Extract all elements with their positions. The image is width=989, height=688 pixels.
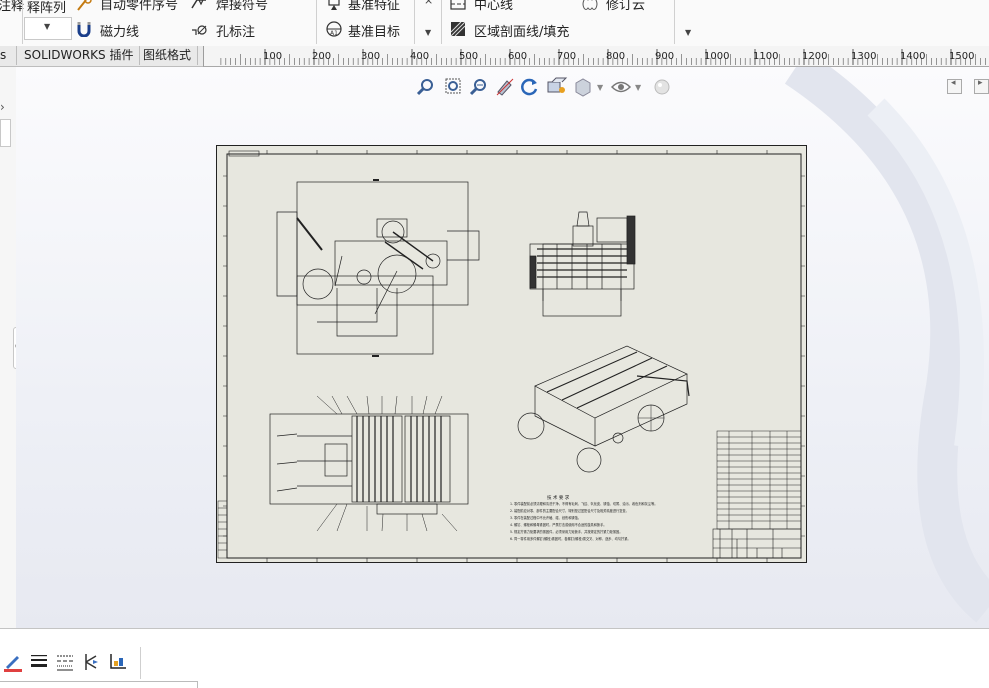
tab-partial[interactable]: s xyxy=(0,46,17,65)
line-format-toolbar-area xyxy=(0,628,989,688)
tech-req-line: 2. 装配前应对零、部件的主要配合尺寸，特别是过盈配合尺寸及相关精度进行复查。 xyxy=(510,508,629,513)
ribbon-separator xyxy=(316,0,317,44)
pattern-button[interactable]: 释阵列 ▼ xyxy=(24,0,72,41)
tech-req-line: 5. 规定拧紧力矩要求的紧固件，必须采用力矩扳手，并按规定的拧紧力矩紧固。 xyxy=(510,529,622,534)
annotation-label-partial[interactable]: 注释 xyxy=(0,0,24,14)
tech-req-line: 6. 同一零件用多件螺钉(螺栓)紧固时，各螺钉(螺栓)需交叉、对称、逐步、均匀拧… xyxy=(510,536,631,541)
edit-appearance-icon[interactable] xyxy=(652,77,672,97)
magnet-line-label[interactable]: 磁力线 xyxy=(100,21,139,40)
maximize-viewport-button[interactable]: ▸ xyxy=(974,78,989,94)
tech-req-lines: 1. 零件装配前必须清理和清洗干净，不得有毛刺、飞边、氧化皮、锈蚀、切屑、油污、… xyxy=(510,501,658,541)
hide-show-edges-icon[interactable] xyxy=(81,652,101,672)
ruler-tick-label: 400 xyxy=(410,51,429,62)
sheet-border xyxy=(226,153,802,559)
ruler-tick-label: 1200 xyxy=(802,51,827,62)
auto-balloon-label[interactable]: 自动零件序号 xyxy=(100,0,178,13)
heads-up-view-toolbar: ▼ ▼ xyxy=(416,77,676,97)
panel-tab[interactable] xyxy=(0,119,11,147)
ruler-tick-label: 1100 xyxy=(753,51,778,62)
tab-solidworks-addins[interactable]: SOLIDWORKS 插件 xyxy=(18,46,141,65)
rotate-view-icon[interactable] xyxy=(520,77,540,97)
ruler-tick-label: 1400 xyxy=(900,51,925,62)
datum-feature-icon[interactable] xyxy=(326,0,342,12)
line-style-icon[interactable] xyxy=(55,652,75,672)
display-style-icon[interactable] xyxy=(573,77,593,97)
ruler-tick-label: 800 xyxy=(606,51,625,62)
isometric-view xyxy=(517,345,690,473)
chevron-down-icon[interactable]: ▼ xyxy=(597,83,603,92)
revision-cloud-icon[interactable] xyxy=(582,0,598,12)
ruler-tick-label: 1500 xyxy=(949,51,974,62)
ribbon-separator xyxy=(22,0,23,44)
weld-symbol-label[interactable]: 焊接符号 xyxy=(216,0,268,13)
centerline-icon[interactable] xyxy=(450,0,466,12)
border-ticks xyxy=(223,150,805,562)
ruler-tick-label: 200 xyxy=(312,51,331,62)
line-thickness-icon[interactable] xyxy=(29,652,49,672)
datum-target-icon[interactable]: A1 xyxy=(326,21,342,37)
restore-viewport-button[interactable]: ◂ xyxy=(947,78,962,94)
revision-cloud-label[interactable]: 修订云 xyxy=(606,0,645,13)
ruler-tick-label: 600 xyxy=(508,51,527,62)
datum-feature-label[interactable]: 基准特征 xyxy=(348,0,400,13)
ruler-tick-label: 700 xyxy=(557,51,576,62)
chevron-down-icon: ▼ xyxy=(44,22,51,31)
arrow-left-icon: ◂ xyxy=(951,78,956,88)
title-block xyxy=(712,528,802,559)
front-view xyxy=(276,179,480,357)
area-hatch-label[interactable]: 区域剖面线/填充 xyxy=(474,21,569,40)
line-color-icon[interactable] xyxy=(3,652,23,672)
status-strip xyxy=(0,681,198,688)
ribbon-separator xyxy=(674,0,675,44)
zoom-to-fit-icon[interactable] xyxy=(416,77,436,97)
tech-req-line: 3. 零件在装配过程中不允许磕、碰、划伤和锈蚀。 xyxy=(510,515,581,520)
tech-req-title: 技 术 要 求 xyxy=(547,494,570,501)
hole-callout-label[interactable]: 孔标注 xyxy=(216,21,255,40)
area-hatch-icon[interactable] xyxy=(450,21,466,37)
ruler-tick-label: 1000 xyxy=(704,51,729,62)
top-view xyxy=(269,395,469,532)
weld-symbol-icon[interactable] xyxy=(191,0,207,12)
horizontal-ruler: 100 200 300 400 500 600 700 800 900 1000 1100 1200 1… xyxy=(203,46,989,67)
hide-show-items-icon[interactable] xyxy=(610,77,632,97)
feature-manager-collapsed: › ● xyxy=(0,67,23,628)
section-view-icon[interactable] xyxy=(495,77,515,97)
side-view xyxy=(529,211,636,317)
hole-callout-icon[interactable] xyxy=(191,21,207,37)
centerline-label[interactable]: 中心线 xyxy=(474,0,513,13)
magnet-line-icon[interactable] xyxy=(76,21,92,37)
ruler-tick-label: 100 xyxy=(263,51,282,62)
auto-balloon-icon[interactable] xyxy=(76,0,92,12)
ribbon-separator xyxy=(414,0,415,44)
ribbon-separator xyxy=(441,0,442,44)
pattern-dropdown[interactable]: ▼ xyxy=(24,17,72,40)
chevron-down-icon[interactable]: ▼ xyxy=(635,83,641,92)
tab-sheet-format[interactable]: 图纸格式 xyxy=(137,46,199,65)
command-tabs: s SOLIDWORKS 插件 图纸格式 xyxy=(0,46,203,67)
arrow-right-icon: ▸ xyxy=(978,78,983,88)
tech-req-line: 1. 零件装配前必须清理和清洗干净，不得有毛刺、飞边、氧化皮、锈蚀、切屑、油污、… xyxy=(510,501,658,506)
zoom-to-area-icon[interactable] xyxy=(443,77,463,97)
chevron-right-icon[interactable]: › xyxy=(0,100,5,114)
tech-req-line: 4. 螺钉、螺栓和螺母紧固时，严禁打击或使用不合适的旋具和扳手。 xyxy=(510,522,607,527)
previous-view-icon[interactable] xyxy=(469,77,489,97)
svg-text:A1: A1 xyxy=(330,30,338,37)
close-icon[interactable]: × xyxy=(424,0,433,7)
command-ribbon: 注释 释阵列 ▼ 自动零件序号 磁力线 焊接符号 孔标注 基准特征 A1 基准目… xyxy=(0,0,989,47)
pattern-label: 释阵列 xyxy=(27,1,67,16)
view-orientation-icon[interactable] xyxy=(546,77,568,97)
chevron-down-icon[interactable]: ▼ xyxy=(685,28,691,37)
drawing-sheet[interactable]: 技 术 要 求 1. 零件装配前必须清理和清洗干净，不得有毛刺、飞边、氧化皮、锈… xyxy=(216,145,807,563)
ruler-tick-label: 300 xyxy=(361,51,380,62)
ruler-scale: 100 200 300 400 500 600 700 800 900 1000 1100 1200 1… xyxy=(220,49,986,65)
drawing-content: 技 术 要 求 1. 零件装配前必须清理和清洗干净，不得有毛刺、飞边、氧化皮、锈… xyxy=(217,150,805,562)
chevron-down-icon[interactable]: ▼ xyxy=(425,28,431,37)
ruler-tick-label: 900 xyxy=(655,51,674,62)
datum-target-label[interactable]: 基准目标 xyxy=(348,21,400,40)
ruler-tick-label: 1300 xyxy=(851,51,876,62)
ruler-tick-label: 500 xyxy=(459,51,478,62)
bom-table xyxy=(716,430,802,530)
left-strip xyxy=(217,500,228,559)
color-display-mode-icon[interactable] xyxy=(108,652,128,672)
